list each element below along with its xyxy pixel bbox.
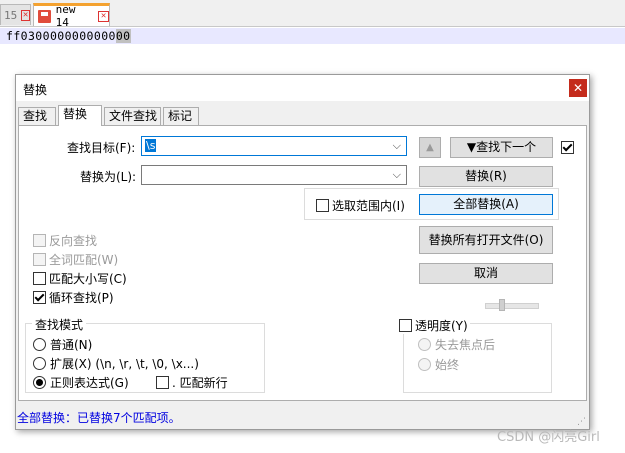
dialog-titlebar[interactable]: 替换 ✕ [16,75,589,101]
dot-newline-label: . 匹配新行 [172,376,228,390]
whole-word-checkbox[interactable]: 全词匹配(W) [33,251,118,268]
replace-all-button[interactable]: 全部替换(A) [419,194,553,215]
status-message: 全部替换：已替换7个匹配项。 [17,411,181,425]
transparency-slider[interactable] [485,303,539,309]
close-tab-icon[interactable]: ✕ [98,10,109,22]
radio-icon [418,338,431,351]
tab-label: new 14 [55,3,76,29]
tab-find-in-files[interactable]: 文件查找 [104,107,161,125]
radio-icon [33,357,46,370]
slider-thumb[interactable] [499,299,505,311]
checkbox-icon [316,199,329,212]
on-lose-focus-radio[interactable]: 失去焦点后 [418,336,495,353]
find-next-option-checkbox[interactable] [561,141,577,154]
mode-normal-label: 普通(N) [50,338,93,352]
chevron-down-icon[interactable]: ⌵ [393,166,401,184]
replace-button[interactable]: 替换(R) [419,166,553,187]
cancel-button[interactable]: 取消 [419,263,553,284]
find-input[interactable]: \s ⌵ [141,136,407,156]
replace-label: 替换为(L): [80,170,137,184]
tab-mark[interactable]: 标记 [163,107,199,125]
dialog-title: 替换 [23,83,48,97]
mode-normal-radio[interactable]: 普通(N) [33,336,92,353]
radio-icon [418,358,431,371]
chevron-down-icon[interactable]: ⌵ [393,137,401,155]
watermark: CSDN @闪亮Girl [497,430,600,445]
checkbox-checked-icon [561,141,574,154]
document-tab-bar: 15 ✕ new 14 ✕ [0,0,625,29]
tab-label: 替换 [63,107,88,121]
replace-input[interactable]: ⌵ [141,165,407,185]
checkbox-icon [156,376,169,389]
checkbox-icon [33,272,46,285]
close-tab-icon[interactable]: ✕ [21,9,30,21]
mode-extended-label: 扩展(X) (\n, \r, \t, \0, \x...) [50,357,199,371]
dot-matches-newline-checkbox[interactable]: . 匹配新行 [156,374,228,391]
search-up-button[interactable]: ▲ [419,137,441,158]
unsaved-file-icon [38,9,51,23]
match-case-label: 匹配大小写(C) [49,272,127,286]
radio-icon [33,338,46,351]
close-icon[interactable]: ✕ [569,79,587,97]
replace-dialog: 替换 ✕ 查找 替换 文件查找 标记 查找目标(F): \s ⌵ 替换为(L):… [15,74,590,430]
tab-label: 文件查找 [109,109,158,123]
backward-checkbox[interactable]: 反向查找 [33,232,97,249]
wrap-around-label: 循环查找(P) [49,291,114,305]
code-line-1: ff030000000000000 [6,29,131,43]
transparency-label: 透明度(Y) [415,319,468,333]
always-radio[interactable]: 始终 [418,356,459,373]
always-label: 始终 [435,358,460,372]
tab-new-14[interactable]: new 14 ✕ [33,3,110,29]
on-lose-focus-label: 失去焦点后 [435,338,496,352]
selection-highlight: 00 [115,29,131,43]
search-mode-title: 查找模式 [32,316,87,333]
transparency-checkbox[interactable]: 透明度(Y) [397,317,470,334]
tab-label: 查找 [23,109,48,123]
checkbox-icon [33,234,46,247]
tab-replace[interactable]: 替换 [58,105,102,126]
mode-regex-radio[interactable]: 正则表达式(G) [33,374,129,391]
tab-label: 标记 [168,109,193,123]
radio-selected-icon [33,376,46,389]
mode-regex-label: 正则表达式(G) [50,376,129,390]
tab-label: 15 [4,8,18,22]
tab-15[interactable]: 15 ✕ [0,4,31,25]
mode-extended-radio[interactable]: 扩展(X) (\n, \r, \t, \0, \x...) [33,355,199,372]
backward-label: 反向查找 [49,234,98,248]
find-next-button[interactable]: ▼查找下一个 [450,137,553,158]
checkbox-icon [399,319,412,332]
code-text: ff0300000000000 [6,29,116,43]
tab-find[interactable]: 查找 [18,107,56,125]
replace-all-open-files-button[interactable]: 替换所有打开文件(O) [419,226,553,254]
wrap-around-checkbox[interactable]: 循环查找(P) [33,289,114,306]
checkbox-icon [33,253,46,266]
in-selection-checkbox[interactable]: 选取范围内(I) [316,197,405,214]
whole-word-label: 全词匹配(W) [49,253,119,267]
checkbox-checked-icon [33,291,46,304]
find-label: 查找目标(F): [67,141,136,155]
find-value: \s [145,139,157,152]
match-case-checkbox[interactable]: 匹配大小写(C) [33,270,127,287]
in-selection-label: 选取范围内(I) [332,199,405,213]
